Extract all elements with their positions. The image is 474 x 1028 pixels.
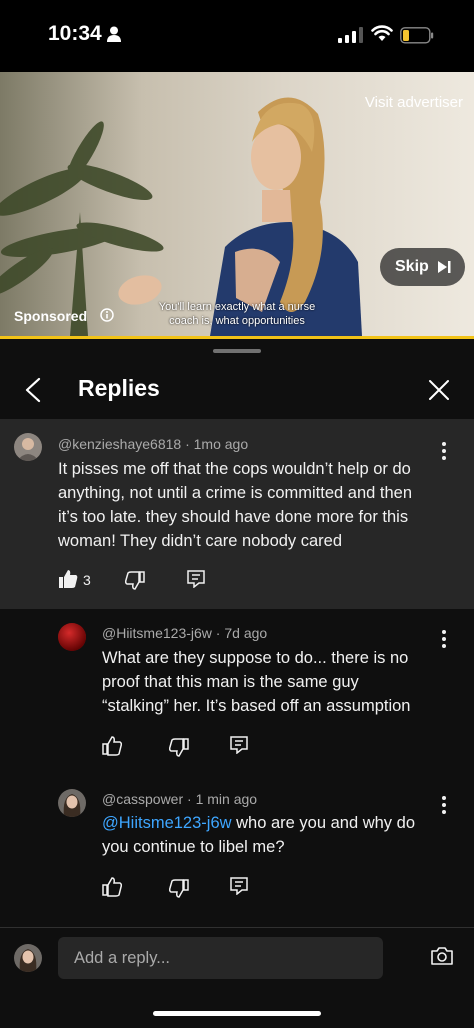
drag-handle[interactable] xyxy=(213,349,261,353)
thumbs-up-icon[interactable] xyxy=(58,569,78,589)
reply-icon[interactable] xyxy=(187,570,205,588)
sponsored-label: Sponsored xyxy=(14,308,88,324)
comment-line: It pisses me off that the cops wouldn’t … xyxy=(58,460,411,478)
close-icon[interactable] xyxy=(428,379,450,401)
caption-line-1: You'll learn exactly what a nurse xyxy=(158,301,316,313)
reply-line: you continue to libel me? xyxy=(102,838,285,856)
reply-line: What are they suppose to do... there is … xyxy=(102,649,409,667)
reply-composer xyxy=(0,927,474,1028)
reply-line-rest: who are you and why do xyxy=(231,814,415,832)
more-icon[interactable] xyxy=(442,796,446,817)
reply-icon[interactable] xyxy=(230,736,248,754)
reply-author[interactable]: @casspower xyxy=(102,791,183,807)
reply-input-box[interactable] xyxy=(58,937,383,979)
reply-meta: @casspower · 1 min ago xyxy=(102,791,258,807)
more-icon[interactable] xyxy=(442,442,446,463)
reply-author[interactable]: @Hiitsme123-j6w xyxy=(102,625,212,641)
person-icon xyxy=(107,26,121,42)
info-icon[interactable] xyxy=(100,308,114,322)
reply-text: What are they suppose to do... there is … xyxy=(102,646,410,718)
comment-age: 1mo ago xyxy=(193,436,249,452)
skip-label: Skip xyxy=(395,258,429,275)
reply-icon[interactable] xyxy=(230,877,248,895)
status-time: 10:34 xyxy=(48,22,102,45)
comment-author[interactable]: @kenzieshaye6818 xyxy=(58,436,181,452)
comment-text: It pisses me off that the cops wouldn’t … xyxy=(58,457,412,553)
parent-comment: @kenzieshaye6818 · 1mo ago It pisses me … xyxy=(0,419,474,609)
thumbs-down-icon[interactable] xyxy=(125,570,145,590)
home-indicator xyxy=(153,1011,321,1016)
comment-line: it’s too late. they should have done mor… xyxy=(58,508,409,526)
reply-line: “stalking” her. It’s based off an assump… xyxy=(102,697,411,715)
thumbs-down-icon[interactable] xyxy=(169,878,189,898)
comment-meta: @kenzieshaye6818 · 1mo ago xyxy=(58,436,249,452)
ad-video[interactable]: Visit advertiser Skip Sponsored You'll l… xyxy=(0,72,474,336)
ad-video-image xyxy=(0,72,474,336)
reply-age: 1 min ago xyxy=(195,791,258,807)
reply-meta: @Hiitsme123-j6w · 7d ago xyxy=(102,625,268,641)
reply-line: proof that this man is the same guy xyxy=(102,673,359,691)
avatar[interactable] xyxy=(58,789,86,817)
comment-line: anything, not until a crime is committed… xyxy=(58,484,413,502)
reply-line: @Hiitsme123-j6w who are you and why do xyxy=(102,811,415,835)
skip-icon xyxy=(438,261,451,273)
more-icon[interactable] xyxy=(442,630,446,651)
ad-caption: You'll learn exactly what a nurse coach … xyxy=(152,300,322,328)
thumbs-up-icon[interactable] xyxy=(102,736,122,756)
avatar[interactable] xyxy=(58,623,86,651)
caption-line-2: coach is, what opportunities xyxy=(169,315,305,327)
reply-input[interactable] xyxy=(72,948,376,969)
battery-icon xyxy=(400,27,434,44)
signal-icon xyxy=(338,27,363,43)
status-bar: 10:34 xyxy=(0,0,474,72)
avatar[interactable] xyxy=(14,433,42,461)
comment-line: woman! They didn’t care nobody cared xyxy=(58,532,343,550)
visit-advertiser-link[interactable]: Visit advertiser xyxy=(365,94,463,111)
wifi-icon xyxy=(371,25,393,41)
skip-ad-button[interactable]: Skip xyxy=(380,248,465,286)
like-count: 3 xyxy=(83,572,91,588)
back-icon[interactable] xyxy=(24,377,42,403)
reply-age: 7d ago xyxy=(224,625,268,641)
avatar xyxy=(14,944,42,972)
mention-link[interactable]: @Hiitsme123-j6w xyxy=(102,814,232,832)
reply-text: @Hiitsme123-j6w who are you and why do y… xyxy=(102,811,415,859)
panel-title: Replies xyxy=(78,375,160,401)
camera-icon[interactable] xyxy=(430,946,454,966)
thumbs-up-icon[interactable] xyxy=(102,877,122,897)
thumbs-down-icon[interactable] xyxy=(169,737,189,757)
